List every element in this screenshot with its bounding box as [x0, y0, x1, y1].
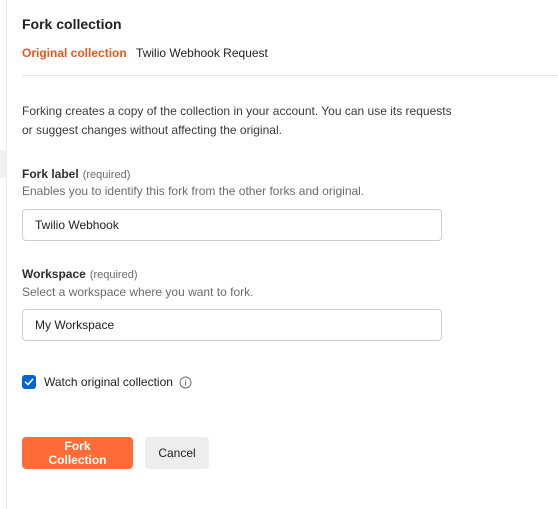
left-panel-edge — [0, 0, 7, 509]
watch-original-checkbox[interactable] — [22, 375, 36, 389]
intro-text: Forking creates a copy of the collection… — [22, 104, 452, 137]
workspace-input[interactable] — [22, 309, 442, 341]
checkmark-icon — [24, 378, 34, 386]
fork-label-title: Fork label — [22, 167, 79, 181]
workspace-required: (required) — [89, 269, 138, 281]
cancel-button[interactable]: Cancel — [145, 437, 209, 469]
left-panel-marker — [0, 150, 6, 178]
header-divider — [22, 75, 558, 76]
fork-label-heading: Fork label (required) — [22, 166, 130, 183]
original-collection-row: Original collection Twilio Webhook Reque… — [22, 44, 558, 62]
fork-label-required: (required) — [82, 169, 131, 181]
fork-label-help: Enables you to identify this fork from t… — [22, 184, 365, 198]
original-collection-name: Twilio Webhook Request — [136, 46, 268, 60]
original-collection-label: Original collection — [22, 46, 127, 60]
watch-original-row: Watch original collection — [22, 373, 193, 391]
fork-collection-button[interactable]: Fork Collection — [22, 437, 133, 469]
workspace-title: Workspace — [22, 267, 86, 281]
workspace-help: Select a workspace where you want to for… — [22, 285, 254, 299]
fork-collection-dialog: Fork collection Original collection Twil… — [0, 0, 558, 509]
watch-original-label[interactable]: Watch original collection — [44, 375, 173, 389]
fork-label-input[interactable] — [22, 209, 442, 241]
info-icon[interactable] — [179, 375, 193, 389]
dialog-header: Fork collection Original collection Twil… — [22, 14, 558, 62]
dialog-title: Fork collection — [22, 16, 122, 32]
workspace-heading: Workspace (required) — [22, 266, 138, 283]
